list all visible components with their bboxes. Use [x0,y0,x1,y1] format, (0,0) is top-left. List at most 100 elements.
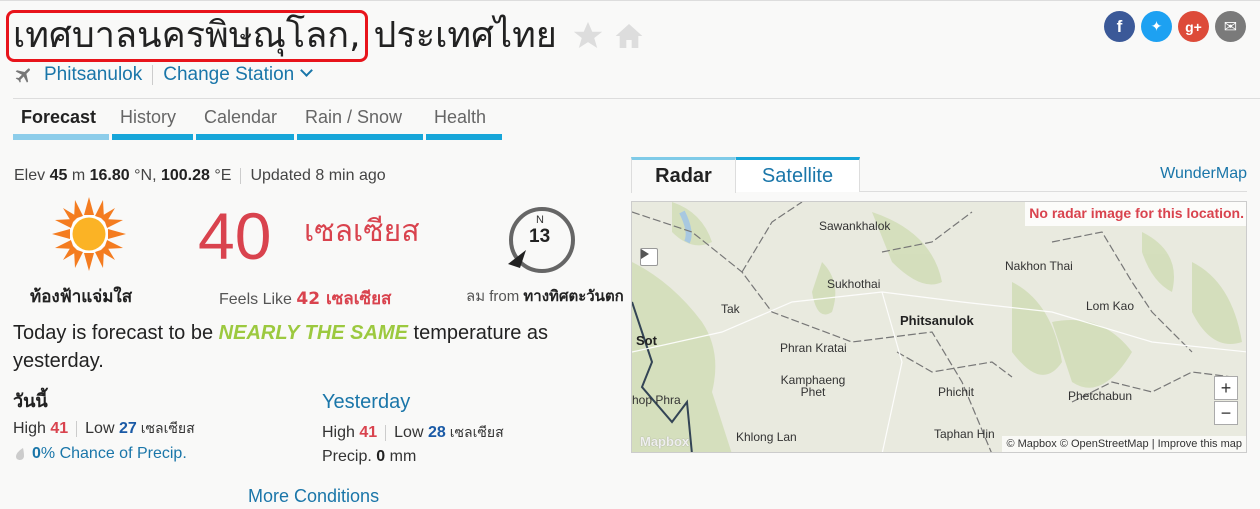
precip-value: 0 [376,448,386,465]
elev-label: Elev [14,167,46,184]
wind-from-label: ลม from [466,288,520,305]
precip-unit: mm [389,448,417,465]
map-label: hop Phra [632,393,681,407]
today-low: 27 [118,420,137,437]
temperature-unit: เซลเซียส [304,214,420,249]
city-highlight-box: เทศบาลนครพิษณุโลก, [6,10,368,62]
tab-calendar[interactable]: Calendar [196,105,294,140]
facebook-icon[interactable]: f [1104,11,1135,42]
country-name: ประเทศไทย [373,15,557,56]
wind-direction-label: N [536,214,544,226]
map-label: Nakhon Thai [1005,259,1073,273]
favorite-star-icon[interactable] [571,19,605,53]
map-label: Phran Kratai [780,341,847,355]
feels-like-label: Feels Like [219,291,292,308]
summary-prefix: Today is forecast to be [13,322,214,344]
main-tabs: Forecast History Calendar Rain / Snow He… [13,105,502,140]
yesterday-unit: เซลเซียส [449,425,504,441]
more-conditions-link[interactable]: More Conditions [248,486,379,507]
station-link[interactable]: Phitsanulok [44,64,142,86]
map-tabs: Radar Satellite WunderMap [631,157,1247,193]
map-label: Tak [721,302,740,316]
yesterday-high: 41 [359,424,378,441]
yesterday-high-low: High 41 Low 28 เซลเซียส [322,422,504,444]
station-row: Phitsanulok Change Station [14,64,314,86]
city-name: เทศบาลนครพิษณุโลก, [13,15,361,56]
play-icon [641,249,649,259]
social-share-buttons: f ✦ g+ ✉ [1104,11,1246,42]
change-station-label: Change Station [163,64,295,85]
map-label: Phichit [938,385,975,399]
lat-unit: °N, [134,167,157,184]
tab-radar[interactable]: Radar [631,157,736,193]
today-high: 41 [50,420,69,437]
yesterday-low: 28 [427,424,446,441]
condition-text: ท้องฟ้าแจ่มใส [30,287,133,307]
google-plus-icon[interactable]: g+ [1178,11,1209,42]
wind-from: ลม from ทางทิศตะวันตก [466,284,632,308]
chevron-down-icon [300,64,314,77]
map-label: Phitsanulok [900,313,974,328]
yesterday-precip: Precip. 0 mm [322,448,416,466]
map-label: Sukhothai [827,277,881,291]
zoom-in-button[interactable]: + [1214,376,1238,400]
separator [240,168,242,184]
separator [152,65,154,85]
station-meta: Elev 45 m 16.80 °N, 100.28 °E Updated 8 … [14,167,386,185]
today-high-low: High 41 Low 27 เซลเซียส [13,418,195,440]
wind-speed: 13 [529,226,551,247]
updated-time: Updated 8 min ago [250,167,386,184]
airplane-icon [15,68,30,83]
header-divider [13,98,1260,99]
separator [76,421,78,437]
play-button[interactable] [640,248,658,266]
tab-forecast[interactable]: Forecast [13,105,109,140]
zoom-out-button[interactable]: − [1214,401,1238,425]
map-label: Phetchabun [1068,389,1133,403]
home-icon[interactable] [613,20,645,52]
top-divider [0,0,1260,1]
tab-health[interactable]: Health [426,105,502,140]
elev-unit: m [71,167,86,184]
change-station-button[interactable]: Change Station [163,64,314,86]
summary-highlight: NEARLY THE SAME [218,322,408,344]
map-attribution[interactable]: © Mapbox © OpenStreetMap | Improve this … [1002,436,1246,452]
lon-unit: °E [214,167,232,184]
twitter-icon[interactable]: ✦ [1141,11,1172,42]
map-label: Sot [636,333,657,348]
radar-map[interactable]: Sawankhalok Nakhon Thai Sukhothai Tak Ph… [631,201,1247,453]
wundermap-link[interactable]: WunderMap [1160,165,1247,183]
high-label: High [322,424,355,441]
today-heading: วันนี้ [13,391,48,412]
low-label: Low [394,424,424,441]
raindrop-icon [16,448,24,460]
precip-label: Precip. [322,448,372,465]
current-temperature: 40 [198,199,272,273]
precip-chance-link[interactable]: 0% Chance of Precip. [14,445,187,463]
low-label: Low [85,420,115,437]
tab-rain-snow[interactable]: Rain / Snow [297,105,423,140]
mapbox-logo: Mapbox [640,434,690,449]
map-label: Lom Kao [1086,299,1135,313]
feels-like: Feels Like 42 เซลเซียส [219,285,391,312]
location-title: เทศบาลนครพิษณุโลก, ประเทศไทย [6,10,645,62]
longitude: 100.28 [160,167,210,184]
wind-from-value: ทางทิศตะวันตก [523,287,624,305]
map-label: Taphan Hin [934,427,995,441]
high-label: High [13,420,46,437]
elev-value: 45 [49,167,68,184]
today-unit: เซลเซียส [140,421,195,437]
no-radar-message: No radar image for this location. [1025,202,1246,226]
email-icon[interactable]: ✉ [1215,11,1246,42]
map-label: Sawankhalok [819,219,891,233]
feels-like-value: 42 เซลเซียส [296,289,392,309]
precip-chance-label: % Chance of Precip. [40,445,187,462]
map-label: Khlong Lan [736,430,797,444]
separator [385,425,387,441]
map-label: Kamphaeng Phet [780,373,846,399]
tab-satellite[interactable]: Satellite [736,157,860,192]
yesterday-link[interactable]: Yesterday [322,391,410,414]
tab-history[interactable]: History [112,105,193,140]
sunny-icon [52,197,126,271]
forecast-summary: Today is forecast to be NEARLY THE SAME … [13,319,613,375]
